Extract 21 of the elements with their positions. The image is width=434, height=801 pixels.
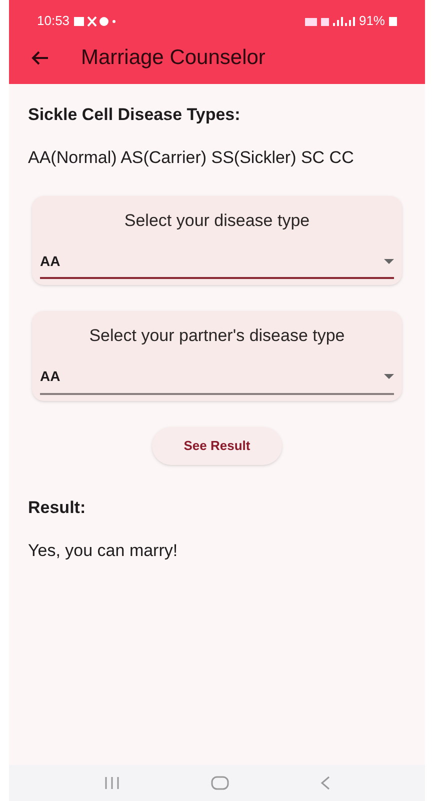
back-arrow-icon[interactable] — [31, 50, 49, 66]
see-result-button[interactable]: See Result — [152, 426, 282, 464]
dropdown-field[interactable]: AA — [40, 360, 394, 394]
notification-icons — [74, 16, 118, 26]
section-heading: Sickle Cell Disease Types: — [28, 104, 242, 126]
result-heading: Result: — [28, 496, 87, 518]
recent-apps-icon[interactable] — [104, 776, 120, 790]
dropdown-label: Select your partner's disease type — [88, 325, 346, 347]
dropdown-arrow-icon — [384, 374, 394, 379]
dropdown-label: Select your disease type — [123, 210, 311, 232]
dropdown-field[interactable]: AA — [40, 245, 394, 279]
back-icon[interactable] — [320, 776, 330, 790]
battery-icon — [389, 16, 397, 26]
status-time: 10:53 — [37, 12, 70, 30]
app-bar-title: Marriage Counselor — [81, 45, 266, 72]
types-list: AA(Normal) AS(Carrier) SS(Sickler) SC CC — [28, 146, 408, 170]
signal-icon — [304, 16, 355, 26]
battery-level: 91% — [358, 12, 385, 30]
home-icon[interactable] — [210, 776, 229, 790]
dropdown-arrow-icon — [384, 258, 394, 264]
result-text: Yes, you can marry! — [28, 540, 179, 562]
